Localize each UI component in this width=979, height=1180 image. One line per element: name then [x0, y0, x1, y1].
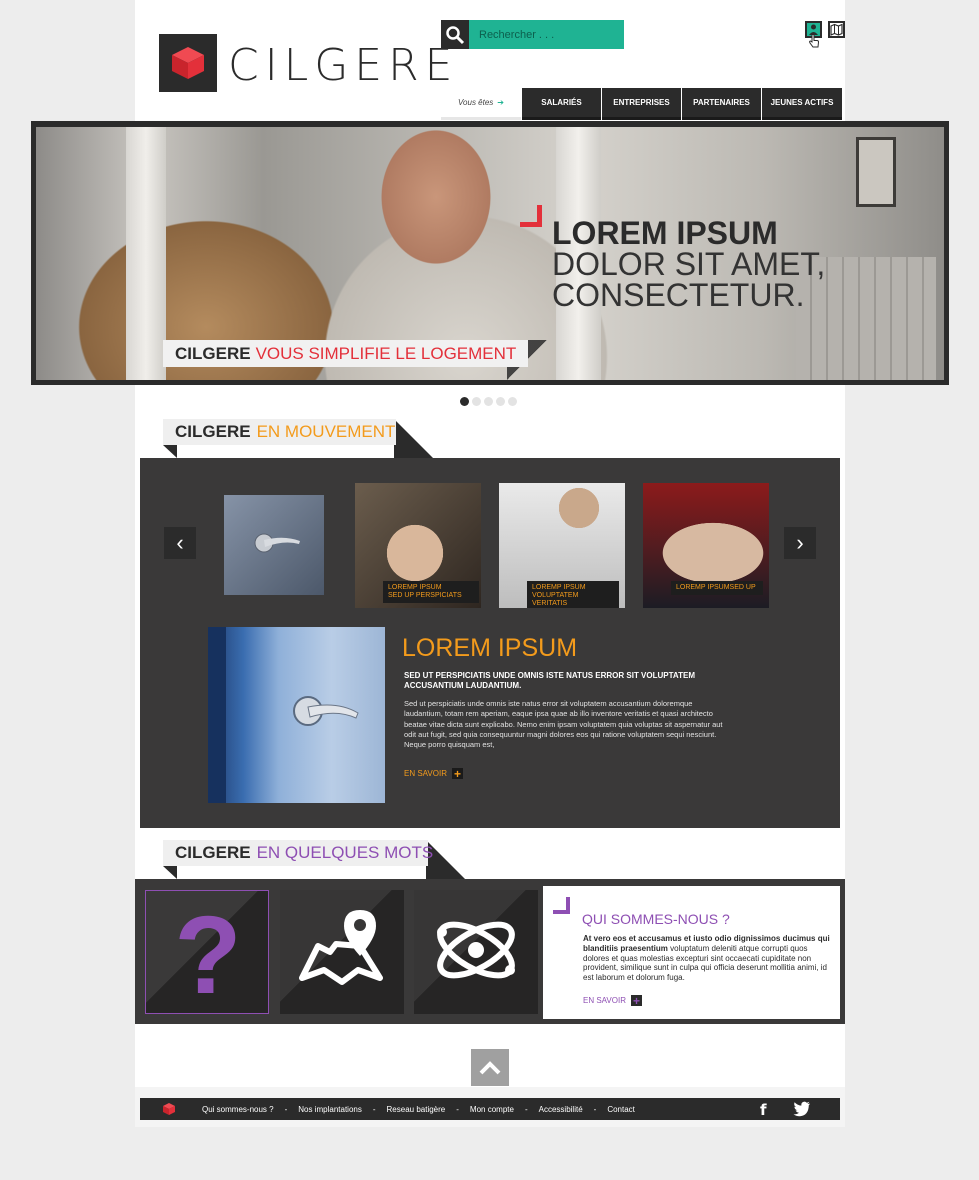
slider-dot[interactable] — [460, 397, 469, 406]
twitter-icon[interactable] — [793, 1101, 811, 1117]
arrow-right-icon: ➔ — [497, 98, 504, 107]
about-body: At vero eos et accusamus et iusto odio d… — [583, 934, 833, 983]
section-heading-mouvement: CILGERE EN MOUVEMENT — [163, 419, 396, 445]
carousel-thumb[interactable]: LOREMP IPSUM VOLUPTATEM VERITATIS — [499, 483, 625, 608]
nav-item-salaries[interactable]: SALARIÉS — [522, 88, 601, 120]
thumb-caption-line: VOLUPTATEM VERITATIS — [532, 592, 579, 607]
plus-icon: + — [451, 766, 463, 781]
feature-image[interactable] — [208, 627, 385, 803]
hero-corner-mark — [520, 205, 542, 227]
back-to-top-button[interactable] — [471, 1049, 509, 1086]
hand-cursor-icon — [809, 34, 820, 48]
hero-line-1: LOREM IPSUM — [552, 215, 778, 251]
thumb-caption-line: LOREMP IPSUM — [532, 584, 586, 591]
carousel-thumb[interactable] — [224, 495, 324, 595]
hero-headline: LOREM IPSUM DOLOR SIT AMET, CONSECTETUR. — [552, 215, 882, 313]
atom-icon — [437, 921, 515, 979]
footer-link-accessibilite[interactable]: Accessibilité — [539, 1105, 583, 1114]
question-mark-icon: ? — [174, 894, 241, 1014]
carousel-thumb[interactable]: LOREMP IPSUM SED UP PERSPICIATS — [355, 483, 481, 608]
heading-brand: CILGERE — [175, 843, 251, 862]
search-input[interactable] — [469, 20, 624, 49]
svg-text:?: ? — [174, 894, 241, 1014]
tile-reseau[interactable] — [414, 890, 538, 1014]
hero-photo-pillar — [126, 127, 166, 380]
footer-separator: - — [372, 1104, 376, 1114]
cube-icon[interactable] — [162, 1102, 176, 1116]
chevron-right-icon: › — [796, 530, 804, 555]
heading-text: EN QUELQUES MOTS — [256, 843, 434, 862]
tile-question[interactable]: ? — [145, 890, 269, 1014]
door-handle-icon — [254, 533, 300, 553]
footer-link-compte[interactable]: Mon compte — [470, 1105, 514, 1114]
slider-dot[interactable] — [508, 397, 517, 406]
nav-item-entreprises[interactable]: ENTREPRISES — [602, 88, 681, 120]
more-label: EN SAVOIR — [404, 769, 447, 778]
hero-photo-lamp — [856, 137, 896, 207]
hero-tagline: CILGERE VOUS SIMPLIFIE LE LOGEMENT — [163, 340, 529, 367]
more-label: EN SAVOIR — [583, 996, 626, 1005]
hero-tag-text: VOUS SIMPLIFIE LE LOGEMENT — [255, 343, 517, 363]
search-icon — [446, 25, 465, 44]
footer-link-implantations[interactable]: Nos implantations — [298, 1105, 362, 1114]
footer-link-reseau[interactable]: Reseau batigère — [387, 1105, 446, 1114]
thumb-caption-line: SED UP PERSPICIATS — [388, 592, 462, 599]
audience-nav: Vous êtes ➔ SALARIÉS ENTREPRISES PARTENAI… — [441, 88, 843, 120]
thumb-caption-line: LOREMP IPSUMSED UP — [676, 584, 756, 591]
feature-title: LOREM IPSUM — [402, 634, 578, 662]
thumb-caption: LOREMP IPSUM VOLUPTATEM VERITATIS — [527, 581, 619, 608]
map-link-icon[interactable] — [828, 21, 845, 38]
feature-subtitle: SED UT PERSPICIATIS UNDE OMNIS ISTE NATU… — [404, 671, 695, 690]
nav-item-jeunes-actifs[interactable]: JEUNES ACTIFS — [762, 88, 842, 120]
section-heading-quelques-mots: CILGERE EN QUELQUES MOTS — [163, 840, 433, 866]
about-more-link[interactable]: EN SAVOIR + — [583, 993, 642, 1008]
slider-dot[interactable] — [484, 397, 493, 406]
thumb-caption-line: LOREMP IPSUM — [388, 584, 442, 591]
heading-text: EN MOUVEMENT — [256, 422, 396, 441]
slider-dots — [460, 397, 520, 406]
hero-line-2: DOLOR SIT AMET, — [552, 246, 826, 282]
logo-icon[interactable] — [159, 34, 217, 92]
hero-line-3: CONSECTETUR. — [552, 277, 805, 313]
footer-bar: Qui sommes-nous ? - Nos implantations - … — [140, 1098, 840, 1120]
carousel-next-button[interactable]: › — [784, 527, 816, 559]
feature-body: Sed ut perspiciatis unde omnis iste natu… — [404, 699, 723, 750]
tile-implantations[interactable] — [280, 890, 404, 1014]
thumb-caption: LOREMP IPSUM SED UP PERSPICIATS — [383, 581, 479, 603]
about-corner-mark — [553, 897, 570, 914]
thumb-caption: LOREMP IPSUMSED UP — [671, 581, 763, 595]
footer-link-contact[interactable]: Contact — [607, 1105, 635, 1114]
footer-separator: - — [593, 1104, 597, 1114]
footer-link-qui-sommes-nous[interactable]: Qui sommes-nous ? — [202, 1105, 274, 1114]
nav-you-label: Vous êtes — [458, 98, 494, 107]
footer-separator: - — [456, 1104, 459, 1114]
map-pin-icon — [299, 910, 383, 985]
chevron-left-icon: ‹ — [176, 530, 184, 555]
hero-tag-brand: CILGERE — [175, 343, 251, 363]
slider-dot[interactable] — [496, 397, 505, 406]
facebook-icon[interactable]: f — [760, 1101, 767, 1119]
footer-separator: - — [284, 1104, 288, 1114]
feature-more-link[interactable]: EN SAVOIR + — [404, 766, 463, 781]
heading-brand: CILGERE — [175, 422, 251, 441]
about-title: QUI SOMMES-NOUS ? — [582, 911, 730, 927]
cube-icon — [172, 47, 204, 79]
logo-text[interactable]: CILGERE — [228, 40, 458, 91]
footer-separator: - — [524, 1104, 528, 1114]
map-icon — [830, 23, 843, 36]
nav-you-are: Vous êtes ➔ — [441, 88, 521, 120]
slider-dot[interactable] — [472, 397, 481, 406]
door-handle-icon — [208, 627, 359, 803]
carousel-prev-button[interactable]: ‹ — [164, 527, 196, 559]
carousel-thumb[interactable]: LOREMP IPSUMSED UP — [643, 483, 769, 608]
search-button[interactable] — [441, 20, 469, 49]
plus-icon: + — [630, 993, 642, 1008]
nav-item-partenaires[interactable]: PARTENAIRES — [682, 88, 761, 120]
chevron-up-icon — [479, 1060, 501, 1074]
